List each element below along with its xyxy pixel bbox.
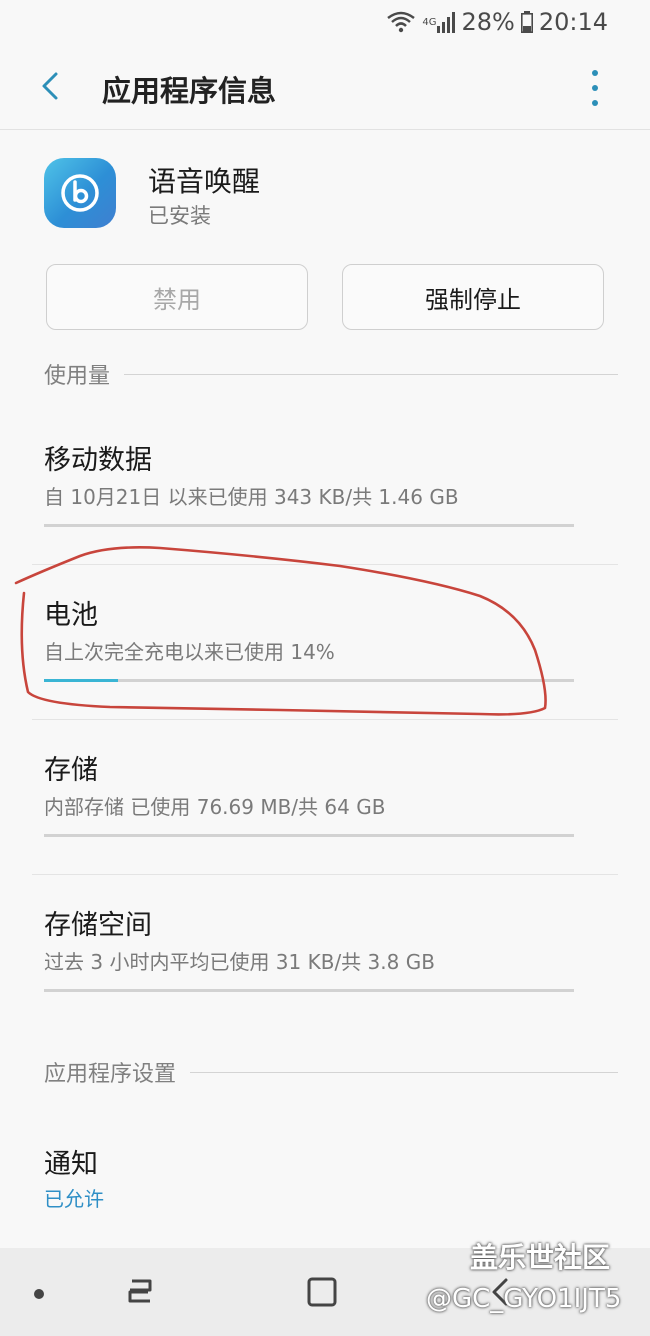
- force-stop-button[interactable]: 强制停止: [342, 264, 604, 330]
- recent-apps-button[interactable]: [122, 1276, 158, 1306]
- recent-apps-icon: [128, 1279, 152, 1303]
- app-bar: 应用程序信息: [0, 44, 650, 130]
- app-icon: [44, 158, 116, 228]
- watermark-community: 盖乐世社区: [470, 1241, 611, 1274]
- mobile-data-progress: [44, 524, 574, 527]
- storage-item[interactable]: 存储 内部存储 已使用 76.69 MB/共 64 GB: [0, 720, 650, 874]
- memory-progress: [44, 989, 574, 992]
- section-divider-line: [190, 1071, 618, 1073]
- memory-title: 存储空间: [44, 910, 152, 941]
- mobile-data-title: 移动数据: [44, 445, 152, 476]
- wifi-icon: [386, 10, 416, 34]
- home-button[interactable]: [306, 1276, 338, 1308]
- app-name: 语音唤醒: [148, 165, 261, 198]
- mobile-data-item[interactable]: 移动数据 自 10月21日 以来已使用 343 KB/共 1.46 GB: [0, 410, 650, 564]
- battery-title: 电池: [44, 600, 98, 631]
- section-divider-line: [124, 373, 618, 375]
- more-options-button[interactable]: [580, 70, 610, 106]
- back-button[interactable]: [30, 66, 70, 106]
- app-settings-section-header: 应用程序设置: [44, 1056, 618, 1088]
- storage-progress: [44, 834, 574, 837]
- bixby-icon: [61, 174, 99, 212]
- disable-button[interactable]: 禁用: [46, 264, 308, 330]
- notifications-title: 通知: [44, 1149, 98, 1180]
- battery-progress: [44, 679, 574, 682]
- app-settings-section-title: 应用程序设置: [44, 1062, 177, 1087]
- more-vert-icon: [592, 70, 598, 76]
- home-square-icon: [307, 1277, 337, 1307]
- page-title: 应用程序信息: [102, 74, 277, 108]
- watermark-username: @GC_GYO1IJT5: [426, 1284, 622, 1314]
- battery-percent: 28%: [461, 8, 515, 36]
- notifications-status: 已允许: [44, 1187, 104, 1211]
- memory-subtitle: 过去 3 小时内平均已使用 31 KB/共 3.8 GB: [44, 950, 435, 974]
- nav-hide-dot-icon[interactable]: [34, 1289, 44, 1299]
- memory-item[interactable]: 存储空间 过去 3 小时内平均已使用 31 KB/共 3.8 GB: [0, 875, 650, 1029]
- storage-subtitle: 内部存储 已使用 76.69 MB/共 64 GB: [44, 795, 386, 819]
- status-bar: 4G 28% 20:14: [0, 0, 650, 44]
- battery-icon: [520, 11, 533, 33]
- storage-title: 存储: [44, 755, 98, 786]
- battery-item[interactable]: 电池 自上次完全充电以来已使用 14%: [0, 565, 650, 719]
- back-arrow-icon: [42, 72, 58, 100]
- mobile-data-subtitle: 自 10月21日 以来已使用 343 KB/共 1.46 GB: [44, 485, 459, 509]
- network-type: 4G: [422, 16, 437, 28]
- usage-section-title: 使用量: [44, 364, 111, 389]
- status-time: 20:14: [538, 8, 608, 36]
- notifications-item[interactable]: 通知 已允许: [0, 1110, 650, 1240]
- usage-section-header: 使用量: [44, 358, 618, 390]
- cellular-signal-icon: 4G: [422, 11, 456, 33]
- app-install-state: 已安装: [148, 204, 211, 228]
- battery-subtitle: 自上次完全充电以来已使用 14%: [44, 640, 335, 664]
